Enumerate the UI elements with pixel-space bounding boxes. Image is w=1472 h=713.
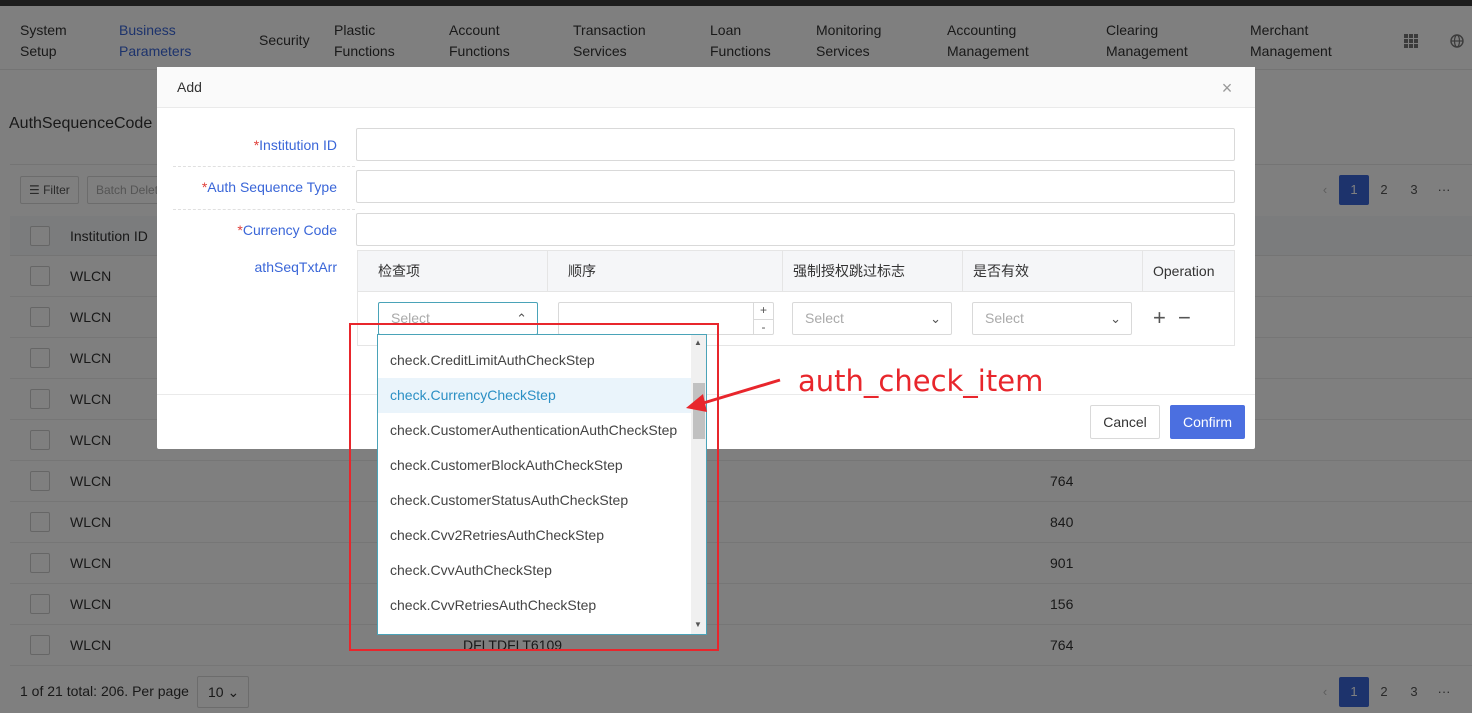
remove-row-icon[interactable]: − xyxy=(1178,303,1191,333)
decrement-icon[interactable]: - xyxy=(753,319,773,335)
auth-sequence-type-field[interactable] xyxy=(356,170,1235,203)
select-placeholder: Select xyxy=(985,310,1024,326)
currency-code-label: *Currency Code xyxy=(237,222,337,238)
increment-icon[interactable]: + xyxy=(753,303,773,319)
close-icon[interactable]: × xyxy=(1219,79,1235,97)
dialog-title: Add xyxy=(177,79,202,95)
subtable-label: athSeqTxtArr xyxy=(254,259,337,275)
chevron-down-icon: ⌄ xyxy=(1110,311,1121,326)
column-header-valid: 是否有效 xyxy=(963,251,1143,292)
cancel-button[interactable]: Cancel xyxy=(1090,405,1160,439)
add-row-icon[interactable]: + xyxy=(1153,303,1166,333)
select-placeholder: Select xyxy=(805,310,844,326)
divider xyxy=(173,166,355,167)
column-header-operation: Operation xyxy=(1153,263,1215,279)
confirm-button[interactable]: Confirm xyxy=(1170,405,1245,439)
label-text: Auth Sequence Type xyxy=(207,179,337,195)
chevron-down-icon: ⌄ xyxy=(930,311,941,326)
force-skip-select[interactable]: Select ⌄ xyxy=(792,302,952,335)
currency-code-field[interactable] xyxy=(356,213,1235,246)
valid-select[interactable]: Select ⌄ xyxy=(972,302,1132,335)
column-header-force-skip: 强制授权跳过标志 xyxy=(783,251,963,292)
column-header-check-item: 检查项 xyxy=(358,251,548,292)
label-text: Institution ID xyxy=(259,137,337,153)
annotation-label: auth_check_item xyxy=(798,364,1044,398)
column-header-order: 顺序 xyxy=(548,251,783,292)
annotation-box xyxy=(349,323,719,651)
institution-id-label: *Institution ID xyxy=(253,137,337,153)
dialog-header: Add × xyxy=(157,67,1255,108)
subtable-header: 检查项 顺序 强制授权跳过标志 是否有效 Operation xyxy=(358,251,1234,292)
institution-id-field[interactable] xyxy=(356,128,1235,161)
label-text: Currency Code xyxy=(242,222,337,238)
divider xyxy=(173,209,355,210)
auth-sequence-type-label: *Auth Sequence Type xyxy=(201,179,337,195)
